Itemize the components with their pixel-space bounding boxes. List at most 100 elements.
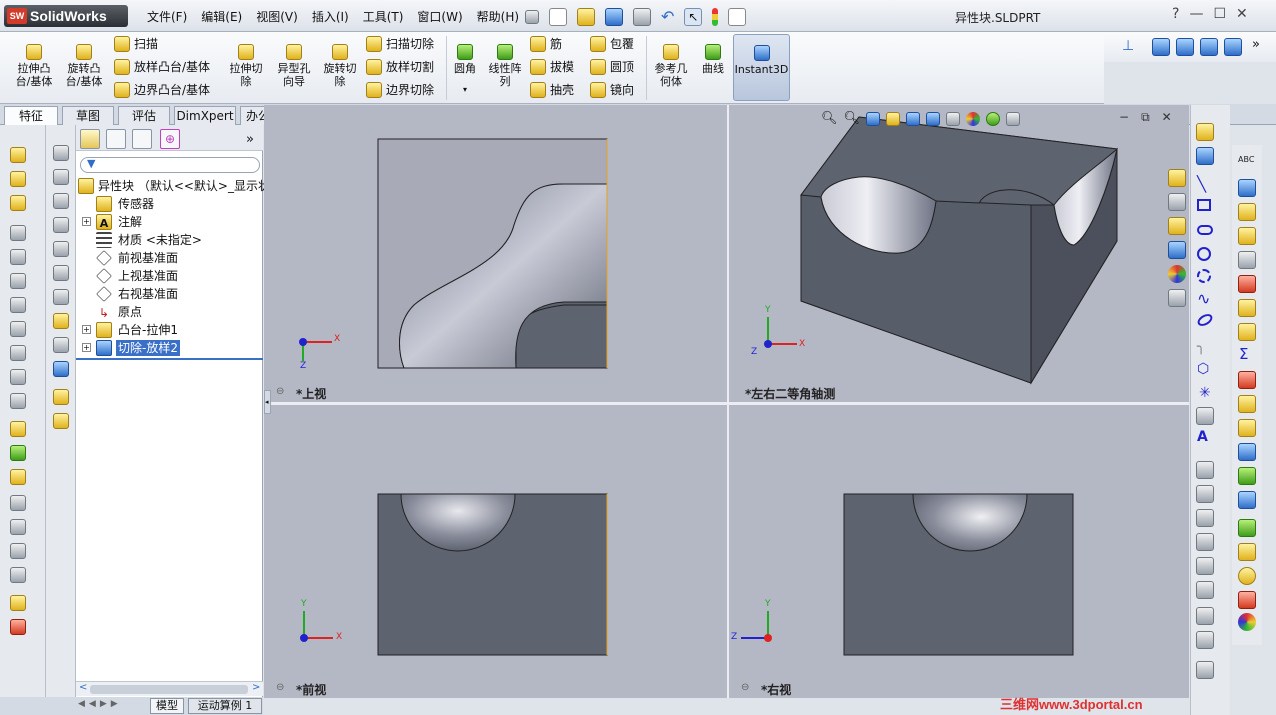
fillet-button[interactable]: 圆角 ▾ (448, 40, 482, 96)
view-cube-icon[interactable] (1200, 38, 1218, 56)
tab-nav-arrows[interactable]: ◀◀▶▶ (78, 699, 122, 709)
spline-icon[interactable]: ∿ (1197, 289, 1210, 308)
measure-icon[interactable] (1238, 179, 1256, 197)
panel-collapse-handle[interactable]: ◂ (264, 390, 271, 414)
zoom-to-area-icon[interactable]: 🔍︎ (844, 111, 861, 126)
scene-icon[interactable] (986, 111, 1001, 126)
equations-icon[interactable]: Σ (1239, 345, 1248, 363)
viewport-isometric[interactable]: Y X Z *左右二等角轴测 🔍︎ 🔍︎ − ⧉ ✕ (729, 105, 1189, 402)
draft-analysis-icon[interactable] (1238, 395, 1256, 413)
display-style-icon[interactable] (926, 111, 941, 126)
expand-icon[interactable]: » (1252, 37, 1260, 52)
save-icon[interactable] (605, 7, 623, 26)
feature-icon[interactable] (53, 217, 69, 233)
feature-icon[interactable] (10, 543, 26, 559)
text-icon[interactable]: A (1197, 429, 1208, 445)
feature-icon[interactable] (10, 469, 26, 485)
hide-show-items-icon[interactable] (946, 111, 961, 126)
select-cursor-icon[interactable]: ↖ (684, 7, 703, 26)
revolve-boss-button[interactable]: 旋转凸 台/基体 (60, 40, 108, 88)
smart-dimension-icon[interactable] (1196, 147, 1214, 165)
section-view-icon[interactable] (886, 111, 901, 126)
relations-icon[interactable] (1196, 607, 1214, 625)
viewport-top[interactable]: X Z ⊖ *上视 (264, 105, 727, 402)
feature-icon[interactable] (10, 195, 26, 211)
tree-scrollbar[interactable]: < > (76, 681, 263, 696)
tab-dimxpert[interactable]: DimXpert (174, 106, 236, 125)
tab-motion-study[interactable]: 运动算例 1 (188, 698, 262, 714)
scroll-left-icon[interactable]: < (79, 682, 87, 693)
undo-icon[interactable]: ↶ (661, 7, 674, 26)
costing-icon[interactable] (1238, 543, 1256, 561)
close-button[interactable]: ✕ (1236, 6, 1248, 22)
feature-icon[interactable] (10, 171, 26, 187)
draft-button[interactable]: 拔模 (528, 57, 574, 77)
feature-icon[interactable] (53, 145, 69, 161)
boundary-cut-button[interactable]: 边界切除 (364, 80, 434, 100)
menu-view[interactable]: 视图(V) (249, 8, 305, 25)
feature-icon[interactable] (53, 265, 69, 281)
simulation-icon[interactable] (1238, 519, 1256, 537)
appearance-icon[interactable] (966, 111, 981, 126)
feature-icon[interactable] (10, 297, 26, 313)
hole-wizard-button[interactable]: 异型孔 向导 (270, 40, 318, 88)
shell-button[interactable]: 抽壳 (528, 80, 574, 100)
feature-icon[interactable] (53, 361, 69, 377)
construction-geometry-icon[interactable] (1196, 407, 1214, 425)
feature-icon[interactable] (10, 519, 26, 535)
feature-icon[interactable] (53, 389, 69, 405)
instant3d-button[interactable]: Instant3D (733, 34, 790, 101)
trim-icon[interactable] (1196, 461, 1214, 479)
options-icon[interactable] (728, 7, 747, 26)
undercut-analysis-icon[interactable] (1238, 419, 1256, 437)
feature-icon[interactable] (10, 421, 26, 437)
sketch-icon[interactable] (1196, 123, 1214, 141)
line-icon[interactable]: ╲ (1197, 175, 1206, 193)
menu-help[interactable]: 帮助(H) (470, 8, 526, 25)
link-views-icon[interactable]: ⊖ (276, 386, 284, 397)
view-cube-icon[interactable] (1224, 38, 1242, 56)
tab-model[interactable]: 模型 (150, 698, 184, 714)
expand-icon[interactable]: » (246, 132, 254, 147)
loft-boss-button[interactable]: 放样凸台/基体 (112, 57, 210, 77)
feature-icon[interactable] (10, 495, 26, 511)
zoom-to-fit-icon[interactable]: 🔍︎ (821, 111, 838, 126)
feature-icon[interactable] (53, 289, 69, 305)
photoview-icon[interactable] (1238, 613, 1256, 631)
view-orientation-icon[interactable] (906, 111, 921, 126)
spellcheck-icon[interactable]: ABC (1238, 155, 1254, 164)
feature-icon[interactable] (53, 193, 69, 209)
open-folder-icon[interactable] (577, 7, 595, 26)
design-library-icon[interactable] (1168, 193, 1186, 211)
feature-icon[interactable] (10, 369, 26, 385)
curves-button[interactable]: 曲线 (696, 40, 730, 75)
menu-insert[interactable]: 插入(I) (305, 8, 356, 25)
mass-properties-icon[interactable] (1238, 203, 1256, 221)
view-settings-icon[interactable] (1006, 111, 1021, 126)
configuration-manager-tab[interactable] (132, 129, 152, 149)
tab-evaluate[interactable]: 评估 (118, 106, 170, 125)
expand-icon[interactable]: + (82, 343, 91, 352)
property-manager-tab[interactable] (106, 129, 126, 149)
viewport-front[interactable]: Y X ⊖ *前视 (264, 405, 727, 698)
help-button[interactable]: ? (1172, 6, 1179, 22)
wrap-button[interactable]: 包覆 (588, 34, 634, 54)
sustainability-icon[interactable] (1238, 567, 1256, 585)
sweep-button[interactable]: 扫描 (112, 34, 158, 54)
extrude-boss-button[interactable]: 拉伸凸 台/基体 (10, 40, 58, 88)
slot-icon[interactable] (1197, 225, 1213, 235)
feature-icon[interactable] (53, 337, 69, 353)
quick-snaps-icon[interactable] (1196, 661, 1214, 679)
scroll-right-icon[interactable]: > (252, 682, 260, 693)
offset-icon[interactable] (1196, 509, 1214, 527)
deviation-analysis-icon[interactable] (1238, 323, 1256, 341)
viewport-close-icon[interactable]: ✕ (1162, 110, 1172, 125)
pattern-sketch-icon[interactable] (1196, 557, 1214, 575)
compare-documents-icon[interactable] (1238, 491, 1256, 509)
scroll-thumb[interactable] (90, 685, 248, 694)
convert-entities-icon[interactable] (1196, 485, 1214, 503)
geometry-analysis-icon[interactable] (1238, 275, 1256, 293)
print-icon[interactable] (633, 7, 651, 26)
expand-icon[interactable]: + (82, 325, 91, 334)
feature-icon[interactable] (10, 345, 26, 361)
